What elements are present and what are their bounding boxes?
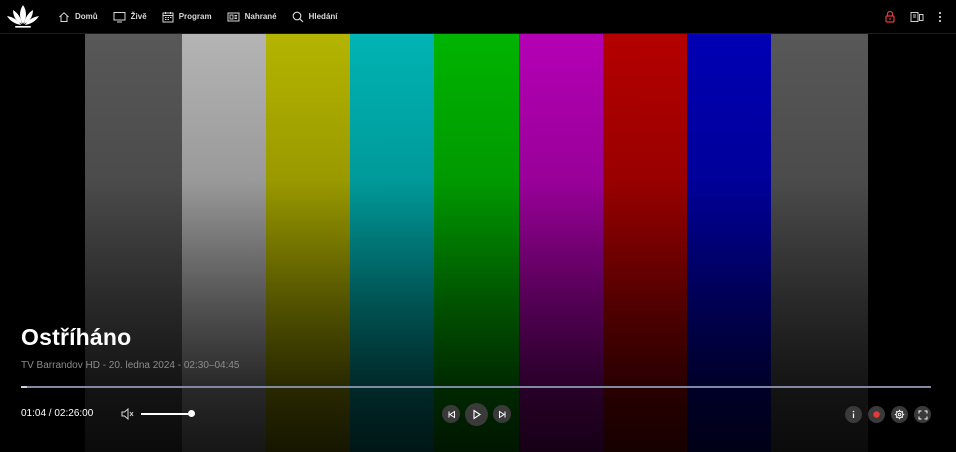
fullscreen-icon: [918, 410, 927, 419]
settings-button[interactable]: [891, 406, 908, 423]
nav-item-program-label: Program: [178, 12, 212, 21]
record-button[interactable]: [868, 406, 885, 423]
more-menu-button[interactable]: [938, 11, 942, 23]
nav-item-home[interactable]: Domů: [58, 0, 98, 33]
parental-lock-button[interactable]: [884, 10, 896, 23]
record-icon: [873, 411, 880, 418]
nav-item-program[interactable]: Program: [162, 0, 212, 33]
settings-icon: [894, 409, 905, 420]
program-subtitle: TV Barrandov HD - 20. ledna 2024 - 02:30…: [21, 360, 240, 371]
play-icon: [473, 409, 481, 420]
play-button[interactable]: [465, 403, 488, 426]
cast-icon: [910, 11, 924, 22]
nav-item-search-label: Hledání: [308, 12, 338, 21]
video-stage[interactable]: [0, 34, 956, 452]
volume-slider-handle[interactable]: [188, 410, 195, 417]
nav-item-search[interactable]: Hledání: [292, 0, 338, 33]
bottom-gradient-overlay: [0, 34, 956, 452]
previous-icon: [448, 410, 455, 418]
lotus-logo-icon[interactable]: [6, 3, 40, 29]
nav-item-home-label: Domů: [75, 12, 98, 21]
nav-item-live-label: Živě: [130, 12, 147, 21]
nav-item-live[interactable]: Živě: [113, 0, 147, 33]
next-icon: [498, 410, 505, 418]
lock-icon: [885, 10, 895, 23]
search-icon: [292, 11, 304, 22]
info-icon: [852, 410, 855, 418]
volume-mute-icon[interactable]: [120, 407, 134, 421]
tv-icon: [113, 11, 126, 22]
recordings-icon: [227, 12, 240, 21]
next-button[interactable]: [493, 405, 511, 423]
top-right-actions: [870, 0, 942, 33]
previous-button[interactable]: [442, 405, 460, 423]
playback-time: 01:04 / 02:26:00: [21, 408, 94, 419]
home-icon: [59, 11, 69, 22]
tv-player-app: Domů Živě Program Nahrané Hledání Ostříh…: [0, 0, 956, 452]
program-title: Ostříháno: [21, 324, 132, 350]
nav-item-recordings[interactable]: Nahrané: [227, 0, 277, 33]
playback-progress-fill: [21, 386, 28, 388]
cast-button[interactable]: [910, 11, 924, 23]
top-navigation-bar: Domů Živě Program Nahrané Hledání: [0, 0, 956, 34]
nav-item-recordings-label: Nahrané: [244, 12, 277, 21]
more-vertical-icon: [938, 11, 942, 22]
volume-slider[interactable]: [141, 410, 195, 417]
info-button[interactable]: [845, 406, 862, 423]
volume-slider-fill: [141, 413, 191, 415]
fullscreen-button[interactable]: [914, 406, 931, 423]
playback-progress-bar[interactable]: [21, 386, 931, 388]
calendar-icon: [162, 11, 174, 22]
main-navigation: Domů Živě Program Nahrané Hledání: [58, 0, 353, 33]
